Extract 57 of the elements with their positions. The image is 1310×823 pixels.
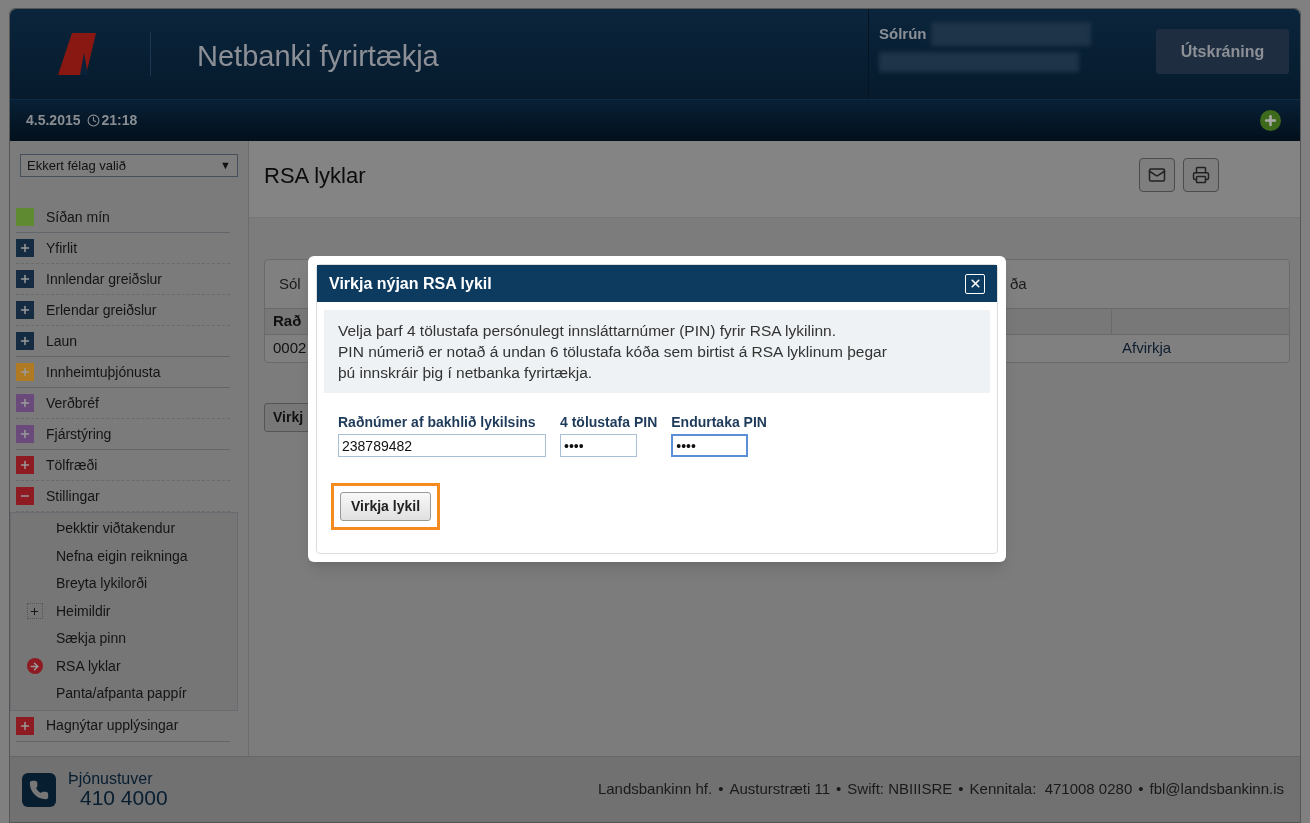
field-label: 4 tölustafa PIN: [560, 413, 658, 432]
sidebar-item[interactable]: Innheimtuþjónusta: [16, 357, 230, 388]
separator: •: [718, 779, 724, 800]
input-field[interactable]: ••••: [560, 434, 637, 457]
page-title: RSA lyklar: [264, 161, 366, 190]
table-header-cell: Rað: [265, 308, 310, 335]
close-button[interactable]: [965, 273, 985, 294]
table-title: Sól: [278, 273, 302, 294]
sidebar-item[interactable]: Erlendar greiðslur: [16, 295, 230, 326]
submenu-item[interactable]: Sækja pinn: [11, 625, 237, 653]
sidebar-item[interactable]: Yfirlit: [16, 233, 230, 264]
sidebar-item[interactable]: Verðbréf: [16, 388, 230, 419]
separator: •: [836, 779, 842, 800]
mail-icon: [1148, 166, 1166, 184]
clock-icon: [86, 114, 100, 127]
footer-text[interactable]: fbl@landsbankinn.is: [1149, 778, 1284, 801]
footer-text: Kennitala: 471008 0280: [969, 779, 1133, 800]
mail-button[interactable]: [1139, 158, 1175, 192]
input-field[interactable]: 238789482: [338, 434, 546, 457]
service-label: Þjónustuver: [68, 771, 154, 787]
phone-icon: [22, 772, 56, 807]
info-text: Velja þarf 4 tölustafa persónulegt innsláttarnúmer (PIN) fyrir RSA lykilinn. PIN númerið er notað á undan 6 tölustafa kóða sem birtist á RSA lyklinum þegar þú innskráir þig í netbanka fyrirtækja.: [324, 310, 990, 393]
table-title: ða: [1010, 273, 1028, 294]
user-name: Sólrún: [879, 23, 927, 44]
sidebar-item[interactable]: Síðan mín: [16, 202, 230, 233]
footer-text: Swift: NBIIISRE: [847, 779, 953, 800]
time-text: 21:18: [101, 111, 138, 130]
submenu-item[interactable]: Breyta lykilorði: [11, 570, 237, 598]
footer-text: Austurstræti 11: [729, 779, 831, 800]
submenu-item[interactable]: Panta/afpanta pappír: [11, 680, 237, 708]
deactivate-link[interactable]: Afvirkja: [1112, 335, 1289, 362]
sidebar-item[interactable]: Laun: [16, 326, 230, 357]
input-field[interactable]: ••••: [671, 434, 749, 457]
sidebar-item[interactable]: Fjárstýring: [16, 419, 230, 450]
sidebar-item[interactable]: Hagnýtar upplýsingar: [16, 710, 230, 742]
sidebar-item[interactable]: Tölfræði: [16, 450, 230, 481]
activate-key-button[interactable]: Virkja lykil: [340, 492, 431, 521]
submenu-item[interactable]: Heimildir: [11, 597, 237, 625]
footer-text: Landsbankinn hf.: [597, 779, 713, 800]
close-icon: [968, 277, 982, 290]
field-label: Endurtaka PIN: [671, 413, 767, 432]
date-text: 4.5.2015: [26, 111, 81, 130]
app-title: Netbanki fyrirtækja: [197, 39, 439, 75]
printer-icon: [1192, 166, 1210, 184]
submenu-item[interactable]: RSA lyklar: [11, 652, 237, 680]
add-icon[interactable]: [1260, 110, 1281, 131]
submenu-item[interactable]: Þekktir viðtakendur: [11, 515, 237, 543]
logout-button[interactable]: Útskráning: [1156, 29, 1289, 74]
phone-number: 410 4000: [80, 787, 168, 808]
dialog-title: Virkja nýjan RSA lykil: [329, 273, 492, 294]
print-button[interactable]: [1183, 158, 1219, 192]
sidebar-item[interactable]: Innlendar greiðslur: [16, 264, 230, 295]
table-cell-text: 0002: [272, 338, 308, 359]
separator: •: [958, 779, 964, 800]
submenu-item[interactable]: Nefna eigin reikninga: [11, 542, 237, 570]
separator: •: [1138, 779, 1144, 800]
company-select[interactable]: Ekkert félag valið ▼: [20, 154, 238, 177]
